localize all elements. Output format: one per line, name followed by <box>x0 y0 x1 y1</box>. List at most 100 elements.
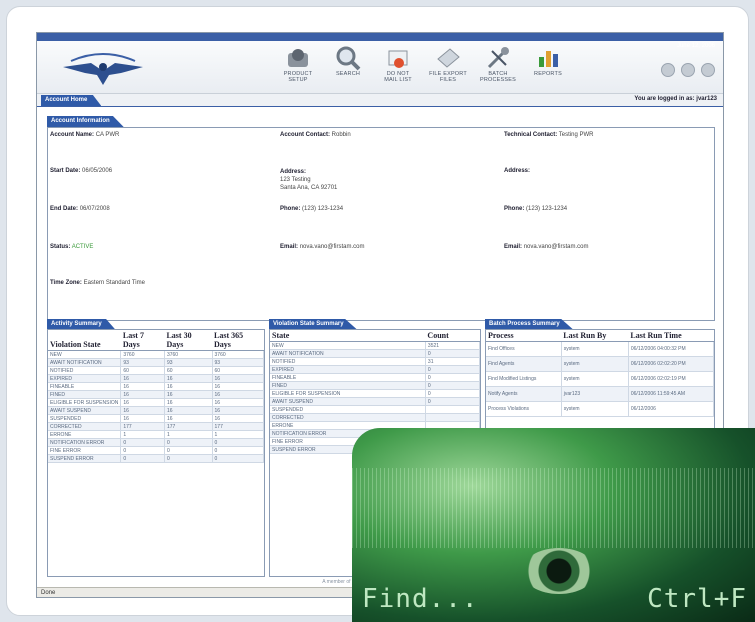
table-cell: AWAIT NOTIFICATION <box>270 349 426 358</box>
table-row: NOTIFIED 60 60 60 <box>48 366 265 375</box>
account-info-title: Account Information <box>47 116 124 127</box>
table-row: Find Modified Listings system 06/12/2006 0… <box>486 371 715 387</box>
nav-batch-processes[interactable]: BATCH PROCESSES <box>473 41 523 93</box>
eagle-logo-icon <box>63 53 143 85</box>
table-row: AWAIT SUSPEND 16 16 16 <box>48 406 265 415</box>
table-cell: 93 <box>212 358 265 367</box>
table-cell: 0 <box>120 446 165 455</box>
table-row: AWAIT NOTIFICATION 0 <box>270 349 481 358</box>
magnifier-icon <box>336 46 361 71</box>
activity-summary-table: Violation State Last 7 Days Last 30 Days La… <box>48 330 265 463</box>
table-cell: Find Modified Listings <box>486 371 562 387</box>
table-cell: 16 <box>120 382 165 391</box>
nav-file-export[interactable]: FILE EXPORT FILES <box>423 41 473 93</box>
table-cell: AWAIT SUSPEND <box>270 397 426 406</box>
table-row: Notify Agents jvar123 06/12/2006 11:59:45 … <box>486 386 715 402</box>
table-row: FINEABLE 16 16 16 <box>48 382 265 391</box>
table-cell: 16 <box>164 406 213 415</box>
table-cell: 0 <box>164 438 213 447</box>
table-cell: Find Agents <box>486 356 562 372</box>
batch-summary-table: Process Last Run By Last Run Time Find Off… <box>486 330 715 417</box>
help-icon[interactable] <box>681 63 695 77</box>
table-cell: 3760 <box>212 350 265 359</box>
table-cell: 16 <box>212 390 265 399</box>
table-cell: 16 <box>212 382 265 391</box>
table-row: NOTIFICATION ERROR 0 0 0 <box>48 438 265 447</box>
table-cell: 06/12/2006 <box>628 401 715 417</box>
time-zone-field: Time Zone: Eastern Standard Time <box>50 280 145 286</box>
activity-header-0: Violation State <box>48 330 121 351</box>
eye-image <box>522 548 596 594</box>
nav-do-not-mail[interactable]: DO NOT MAIL LIST <box>373 41 423 93</box>
table-row: AWAIT NOTIFICATION 93 93 93 <box>48 358 265 367</box>
table-cell: FINED <box>48 390 122 399</box>
table-cell: 0 <box>425 365 481 374</box>
table-cell: Notify Agents <box>486 386 562 402</box>
batch-header-0: Process <box>486 330 562 342</box>
table-cell: 177 <box>212 422 265 431</box>
table-cell: 0 <box>425 381 481 390</box>
nav-search[interactable]: SEARCH <box>323 41 373 93</box>
table-cell: FINED <box>270 381 426 390</box>
account-info-panel: Account Name: CA PWR Account Contact: Ro… <box>47 127 715 321</box>
table-cell: AWAIT SUSPEND <box>48 406 122 415</box>
table-cell: NOTIFIED <box>270 357 426 366</box>
home-icon[interactable] <box>661 63 675 77</box>
find-shortcut-graphic: Find... Ctrl+F <box>352 428 755 622</box>
table-cell: 06/12/2006 02:02:20 PM <box>628 356 715 372</box>
activity-header-2: Last 30 Days <box>164 330 213 351</box>
table-cell <box>425 405 481 414</box>
table-cell: 0 <box>425 373 481 382</box>
breadcrumb-account-home[interactable]: Account Home <box>41 95 102 106</box>
table-cell: 16 <box>164 374 213 383</box>
table-cell: 60 <box>212 366 265 375</box>
table-cell: 0 <box>120 454 165 463</box>
table-cell: 3760 <box>164 350 213 359</box>
table-cell: 177 <box>164 422 213 431</box>
table-cell: CORRECTED <box>48 422 122 431</box>
table-cell: 3521 <box>425 341 481 350</box>
logout-icon[interactable] <box>701 63 715 77</box>
gear-icon <box>288 49 308 67</box>
table-cell: system <box>561 356 629 372</box>
table-cell: 16 <box>164 382 213 391</box>
table-cell: 0 <box>164 454 213 463</box>
table-row: Find Offices system 06/12/2006 04:00:32 PM <box>486 341 715 357</box>
nav-product-setup[interactable]: PRODUCT SETUP <box>273 41 323 93</box>
breadcrumb: Account Home You are logged in as: jvar1… <box>37 94 723 107</box>
table-cell: 0 <box>212 454 265 463</box>
table-cell: 1 <box>212 430 265 439</box>
table-cell: FINEABLE <box>270 373 426 382</box>
email-field-2: Email: nova.vano@firstam.com <box>504 244 589 250</box>
activity-summary-panel: Violation State Last 7 Days Last 30 Days La… <box>47 329 265 577</box>
account-contact-field: Account Contact: Robbin <box>280 132 351 138</box>
table-cell: 93 <box>120 358 165 367</box>
table-cell: 16 <box>120 398 165 407</box>
table-cell: 0 <box>425 397 481 406</box>
tools-icon <box>487 47 509 69</box>
table-cell: 16 <box>212 406 265 415</box>
nav-reports[interactable]: REPORTS <box>523 41 573 93</box>
current-date: June 12, 2006 <box>676 43 715 49</box>
table-row: NEW 3521 <box>270 341 481 350</box>
status-badge: ACTIVE <box>71 244 94 250</box>
file-icon <box>437 48 460 68</box>
batch-header-2: Last Run Time <box>628 330 714 342</box>
table-cell: 16 <box>164 390 213 399</box>
table-cell: FINEABLE <box>48 382 122 391</box>
table-cell: 06/12/2006 04:00:32 PM <box>628 341 715 357</box>
table-cell: EXPIRED <box>48 374 122 383</box>
technical-contact-field: Technical Contact: Testing PWR <box>504 132 594 138</box>
table-cell: Find Offices <box>486 341 562 357</box>
address-field-2: Address: <box>504 168 531 174</box>
app-header: PRODUCT SETUP SEARCH DO NOT MAIL LIST FI… <box>37 41 723 94</box>
table-cell: 60 <box>120 366 165 375</box>
table-cell: 1 <box>164 430 213 439</box>
phone-field: Phone: (123) 123-1234 <box>280 206 344 212</box>
table-cell: 0 <box>425 389 481 398</box>
logged-in-text: You are logged in as: jvar123 <box>634 96 717 102</box>
table-cell <box>425 413 481 422</box>
table-row: SUSPEND ERROR 0 0 0 <box>48 454 265 463</box>
email-field: Email: nova.vano@firstam.com <box>280 244 365 250</box>
table-row: FINE ERROR 0 0 0 <box>48 446 265 455</box>
